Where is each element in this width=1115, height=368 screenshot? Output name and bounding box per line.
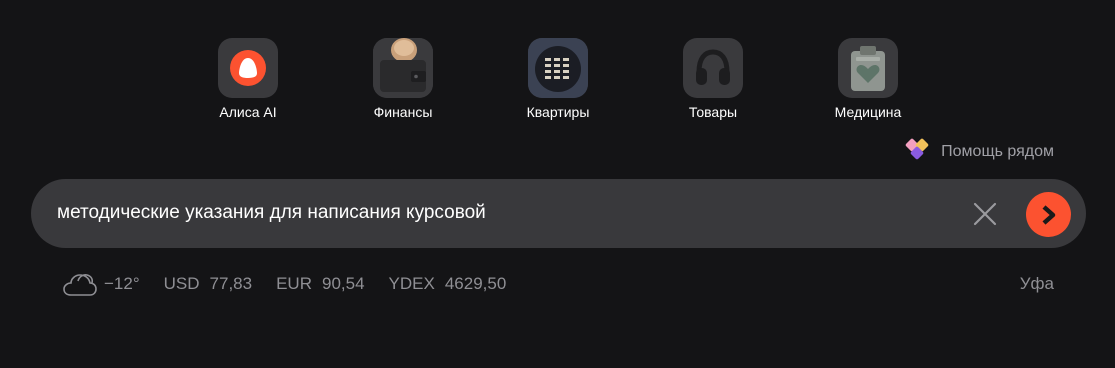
search-submit-button[interactable] (1026, 192, 1071, 237)
help-nearby-label: Помощь рядом (941, 142, 1054, 160)
apartments-building-icon (528, 38, 588, 98)
help-hearts-icon (904, 137, 930, 166)
service-apartments[interactable]: Квартиры (518, 38, 598, 120)
service-label: Медицина (834, 104, 902, 120)
temperature: −12° (104, 274, 140, 293)
rate-value: 4629,50 (444, 274, 507, 293)
help-nearby-link[interactable]: Помощь рядом (904, 137, 1054, 166)
weather-widget[interactable]: −12° (62, 270, 140, 298)
service-goods[interactable]: Товары (673, 38, 753, 120)
alice-ai-icon (218, 38, 278, 98)
close-icon (973, 202, 997, 226)
info-row: −12° USD 77,83 EUR 90,54 YDEX 4629,50 Уф… (62, 270, 1054, 298)
medicine-clipboard-icon (838, 38, 898, 98)
service-finance[interactable]: Финансы (363, 38, 443, 120)
rate-eur[interactable]: EUR 90,54 (276, 274, 364, 294)
search-bar (31, 179, 1086, 248)
rate-usd[interactable]: USD 77,83 (164, 274, 252, 294)
clear-search-button[interactable] (971, 202, 999, 226)
chevron-right-icon (1042, 204, 1055, 225)
search-input[interactable] (57, 198, 937, 228)
rate-value: 77,83 (209, 274, 253, 293)
service-medicine[interactable]: Медицина (828, 38, 908, 120)
rate-name: EUR (276, 274, 312, 293)
service-label: Финансы (373, 104, 433, 120)
service-label: Товары (688, 104, 738, 120)
service-alice-ai[interactable]: Алиса AI (208, 38, 288, 120)
finance-wallet-icon (373, 38, 433, 98)
rate-name: YDEX (388, 274, 435, 293)
cloud-icon (63, 274, 97, 296)
service-label: Алиса AI (219, 104, 277, 120)
rate-value: 90,54 (322, 274, 365, 293)
service-label: Квартиры (526, 104, 590, 120)
city-link[interactable]: Уфа (1020, 274, 1054, 294)
services-row: Алиса AI Финансы Квартиры Товары Медицин… (208, 38, 908, 120)
headphones-icon (683, 38, 743, 98)
rate-ydex[interactable]: YDEX 4629,50 (389, 274, 507, 294)
rate-name: USD (163, 274, 200, 293)
